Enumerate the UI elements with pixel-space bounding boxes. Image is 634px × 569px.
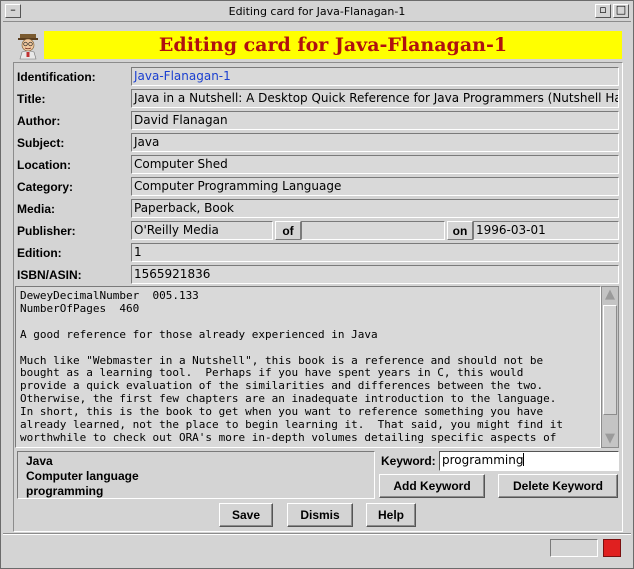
maximize-button[interactable]: □ xyxy=(613,3,629,18)
author-field[interactable]: David Flanagan xyxy=(131,111,619,130)
add-keyword-button[interactable]: Add Keyword xyxy=(379,474,485,498)
media-field[interactable]: Paperback, Book xyxy=(131,199,619,218)
text-caret xyxy=(523,453,525,466)
minimize-icon: ▫ xyxy=(599,3,607,16)
header-banner: Editing card for Java-Flanagan-1 xyxy=(44,31,622,59)
publisher-of-label: of xyxy=(275,221,301,240)
help-button[interactable]: Help xyxy=(366,503,416,527)
location-label: Location: xyxy=(17,158,71,172)
notes-textarea[interactable]: DeweyDecimalNumber 005.133 NumberOfPages… xyxy=(15,286,601,448)
subject-label: Subject: xyxy=(17,136,65,150)
subject-field[interactable]: Java xyxy=(131,133,619,152)
maximize-icon: □ xyxy=(615,3,627,16)
isbn-label: ISBN/ASIN: xyxy=(17,268,82,282)
keyword-label: Keyword: xyxy=(381,454,436,468)
media-label: Media: xyxy=(17,202,56,216)
status-separator xyxy=(3,533,631,535)
title-field[interactable]: Java in a Nutshell: A Desktop Quick Refe… xyxy=(131,89,619,108)
scroll-down-arrow-icon[interactable]: ▼ xyxy=(603,431,617,447)
category-field[interactable]: Computer Programming Language xyxy=(131,177,619,196)
keyword-input[interactable]: programming xyxy=(439,451,619,471)
keyword-list-item[interactable]: Computer language xyxy=(26,469,139,483)
edition-field[interactable]: 1 xyxy=(131,243,619,262)
publisher-of-field[interactable] xyxy=(301,221,445,240)
identification-label: Identification: xyxy=(17,70,96,84)
window-title: Editing card for Java-Flanagan-1 xyxy=(228,5,406,18)
category-label: Category: xyxy=(17,180,74,194)
location-field[interactable]: Computer Shed xyxy=(131,155,619,174)
keyword-list-item[interactable]: programming xyxy=(26,484,103,498)
title-label: Title: xyxy=(17,92,46,106)
publisher-on-label: on xyxy=(447,221,473,240)
scroll-up-arrow-icon[interactable]: ▲ xyxy=(603,287,617,303)
save-button[interactable]: Save xyxy=(219,503,273,527)
header-title: Editing card for Java-Flanagan-1 xyxy=(158,34,508,56)
identification-field[interactable]: Java-Flanagan-1 xyxy=(131,67,619,86)
librarian-avatar-icon xyxy=(14,31,42,61)
notes-scrollbar[interactable]: ▲ ▼ xyxy=(601,286,619,448)
status-indicator-icon xyxy=(603,539,621,557)
publisher-label: Publisher: xyxy=(17,224,76,238)
delete-keyword-button[interactable]: Delete Keyword xyxy=(498,474,618,498)
dismiss-button[interactable]: Dismis xyxy=(287,503,353,527)
minimize-button[interactable]: ▫ xyxy=(595,3,611,18)
keyword-input-value: programming xyxy=(442,453,524,467)
edition-label: Edition: xyxy=(17,246,62,260)
window-title-bar[interactable]: – Editing card for Java-Flanagan-1 ▫ □ xyxy=(3,3,631,22)
editing-card-window: – Editing card for Java-Flanagan-1 ▫ □ E… xyxy=(0,0,634,569)
status-field xyxy=(550,539,598,557)
author-label: Author: xyxy=(17,114,61,128)
publisher-date-field[interactable]: 1996-03-01 xyxy=(473,221,619,240)
publisher-field[interactable]: O'Reilly Media xyxy=(131,221,273,240)
scroll-thumb[interactable] xyxy=(603,305,617,415)
isbn-field[interactable]: 1565921836 xyxy=(131,265,619,284)
keyword-list-item[interactable]: Java xyxy=(26,454,53,468)
